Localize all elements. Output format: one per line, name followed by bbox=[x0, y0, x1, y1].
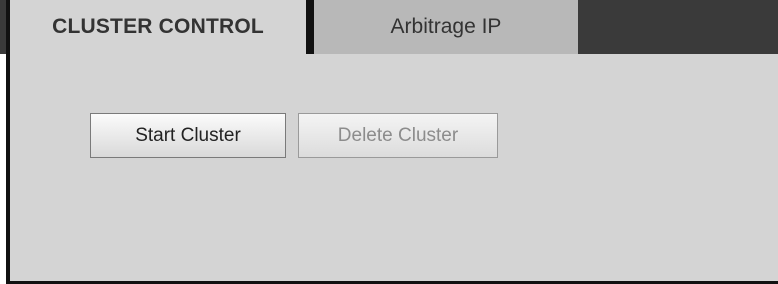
cluster-panel: CLUSTER CONTROL Arbitrage IP Start Clust… bbox=[0, 0, 778, 284]
tab-arbitrage-ip[interactable]: Arbitrage IP bbox=[314, 0, 578, 54]
delete-cluster-button-label: Delete Cluster bbox=[337, 124, 459, 146]
tab-bar: CLUSTER CONTROL Arbitrage IP bbox=[0, 0, 778, 54]
start-cluster-button-label: Start Cluster bbox=[135, 124, 241, 146]
tab-cluster-control[interactable]: CLUSTER CONTROL bbox=[6, 0, 306, 54]
start-cluster-button[interactable]: Start Cluster bbox=[90, 113, 286, 158]
tab-cluster-control-label: CLUSTER CONTROL bbox=[52, 15, 264, 38]
cluster-control-content: Start Cluster Delete Cluster bbox=[6, 54, 778, 284]
tab-separator bbox=[306, 0, 314, 54]
delete-cluster-button[interactable]: Delete Cluster bbox=[298, 113, 498, 158]
tab-arbitrage-ip-label: Arbitrage IP bbox=[390, 15, 502, 38]
